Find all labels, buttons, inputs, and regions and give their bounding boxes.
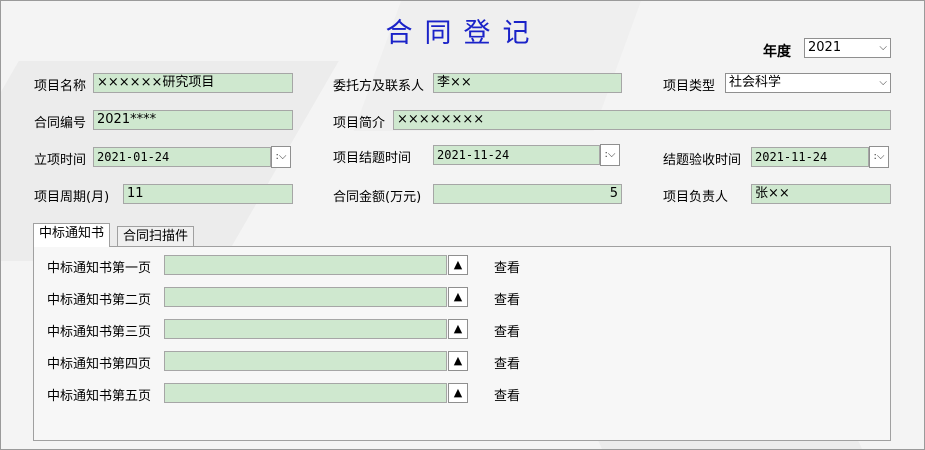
chevron-down-icon: ⌵ — [879, 77, 887, 88]
acceptance-date-field[interactable]: 2021-11-24 — [751, 147, 869, 167]
notice-page-4-label: 中标通知书第四页 — [47, 357, 152, 372]
view-page-2-link[interactable]: 查看 — [494, 289, 520, 308]
acceptance-date-label: 结题验收时间 — [663, 153, 742, 168]
notice-page-2-field[interactable] — [164, 287, 447, 307]
year-select[interactable]: 2021 ⌵ — [804, 38, 891, 58]
project-type-value: 社会科学 — [729, 75, 782, 90]
end-date-field[interactable]: 2021-11-24 — [433, 145, 600, 165]
period-label: 项目周期(月) — [34, 190, 110, 205]
year-value: 2021 — [808, 40, 842, 55]
project-name-field[interactable]: ××××××研究项目 — [93, 73, 293, 93]
view-page-5-link[interactable]: 查看 — [494, 385, 520, 404]
datetime-picker-icon[interactable]: :⌵ — [271, 146, 291, 168]
project-intro-field[interactable]: ×××××××× — [393, 110, 891, 130]
notice-page-3-label: 中标通知书第三页 — [47, 325, 152, 340]
project-name-label: 项目名称 — [34, 79, 87, 94]
datetime-picker-icon[interactable]: :⌵ — [869, 146, 889, 168]
contract-no-label: 合同编号 — [34, 116, 87, 131]
notice-page-3-field[interactable] — [164, 319, 447, 339]
view-page-4-link[interactable]: 查看 — [494, 353, 520, 372]
project-intro-label: 项目简介 — [333, 116, 386, 131]
notice-page-2-label: 中标通知书第二页 — [47, 293, 152, 308]
upload-triangle-icon[interactable]: ▲ — [448, 287, 468, 307]
chevron-down-icon: ⌵ — [879, 42, 887, 53]
start-date-field[interactable]: 2021-01-24 — [93, 147, 271, 167]
client-label: 委托方及联系人 — [333, 79, 425, 94]
bid-notice-panel — [33, 246, 891, 441]
view-page-1-link[interactable]: 查看 — [494, 257, 520, 276]
notice-page-4-field[interactable] — [164, 351, 447, 371]
notice-page-5-label: 中标通知书第五页 — [47, 389, 152, 404]
notice-page-1-label: 中标通知书第一页 — [47, 261, 152, 276]
period-field[interactable]: 11 — [123, 184, 293, 204]
manager-field[interactable]: 张×× — [751, 184, 891, 204]
upload-triangle-icon[interactable]: ▲ — [448, 319, 468, 339]
amount-field[interactable]: 5 — [433, 184, 622, 204]
tab-contract-scan[interactable]: 合同扫描件 — [117, 226, 195, 248]
upload-triangle-icon[interactable]: ▲ — [448, 255, 468, 275]
upload-triangle-icon[interactable]: ▲ — [448, 351, 468, 371]
project-type-select[interactable]: 社会科学 ⌵ — [725, 73, 891, 93]
manager-label: 项目负责人 — [663, 190, 729, 205]
notice-page-5-field[interactable] — [164, 383, 447, 403]
end-date-label: 项目结题时间 — [333, 151, 412, 166]
client-field[interactable]: 李×× — [433, 73, 622, 93]
contract-no-field[interactable]: 2021**** — [93, 110, 293, 130]
upload-triangle-icon[interactable]: ▲ — [448, 383, 468, 403]
contract-registration-window: 合同登记 年度 2021 ⌵ 项目名称 ××××××研究项目 委托方及联系人 李… — [0, 0, 925, 450]
tab-bid-notice[interactable]: 中标通知书 — [33, 223, 111, 247]
year-label: 年度 — [763, 44, 791, 60]
amount-label: 合同金额(万元) — [333, 190, 422, 205]
view-page-3-link[interactable]: 查看 — [494, 321, 520, 340]
datetime-picker-icon[interactable]: :⌵ — [600, 144, 620, 166]
project-type-label: 项目类型 — [663, 79, 716, 94]
start-date-label: 立项时间 — [34, 153, 87, 168]
notice-page-1-field[interactable] — [164, 255, 447, 275]
